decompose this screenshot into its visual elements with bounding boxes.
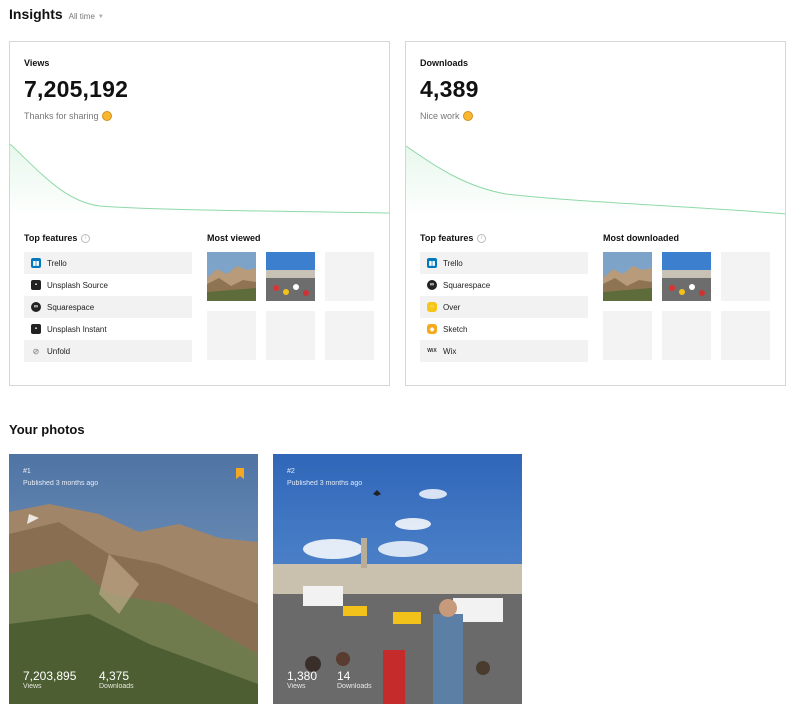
time-range-value: All time: [68, 12, 95, 21]
feature-item-sketch[interactable]: ◆ Sketch: [420, 318, 588, 340]
feature-label: Trello: [47, 258, 67, 268]
views-value: 7,205,192: [24, 76, 129, 102]
photo-views-value: 7,203,895: [23, 669, 77, 683]
photo-downloads-label: Downloads: [99, 683, 134, 690]
empty-thumb: [721, 311, 770, 360]
feature-item-squarespace[interactable]: ∞ Squarespace: [420, 274, 588, 296]
most-viewed-photo-mountain[interactable]: [207, 252, 256, 301]
most-downloaded-title: Most downloaded: [603, 233, 679, 243]
your-photos-title: Your photos: [9, 422, 85, 437]
trello-icon: ▮▮: [31, 258, 41, 268]
most-viewed-title: Most viewed: [207, 233, 261, 243]
unfold-icon: ⊘: [32, 346, 40, 356]
unsplash-icon: ▪: [31, 324, 41, 334]
views-note-text: Thanks for sharing: [24, 111, 99, 121]
downloads-card: Downloads 4,389 Nice work Top features i…: [405, 41, 786, 386]
clapping-hands-icon: [462, 111, 473, 121]
chevron-down-icon: ▼: [97, 13, 104, 20]
most-viewed-photo-city[interactable]: [266, 252, 315, 301]
empty-thumb: [603, 311, 652, 360]
feature-label: Over: [443, 302, 461, 312]
photo-rank: #2: [287, 468, 295, 475]
wix-icon: WiX: [427, 348, 437, 354]
empty-thumb: [325, 252, 374, 301]
photo-downloads-stat: 14 Downloads: [337, 669, 372, 690]
feature-item-over[interactable]: ○ Over: [420, 296, 588, 318]
photo-published: Published 3 months ago: [23, 480, 99, 487]
photo-views-stat: 1,380 Views: [287, 669, 317, 690]
empty-thumb: [721, 252, 770, 301]
page-title: Insights: [9, 6, 63, 22]
photo-image-city: [273, 454, 522, 704]
views-label: Views: [24, 58, 50, 68]
photo-views-label: Views: [23, 683, 42, 690]
feature-label: Squarespace: [443, 280, 491, 290]
downloads-label: Downloads: [420, 58, 469, 68]
feature-label: Trello: [443, 258, 463, 268]
photo-downloads-stat: 4,375 Downloads: [99, 669, 134, 690]
squarespace-icon: ∞: [31, 302, 41, 312]
sketch-icon: ◆: [427, 324, 437, 334]
top-features-list: ▮▮ Trello ▪ Unsplash Source ∞ Squarespac…: [24, 252, 192, 362]
feature-item-wix[interactable]: WiX Wix: [420, 340, 588, 362]
feature-item-squarespace[interactable]: ∞ Squarespace: [24, 296, 192, 318]
feature-label: Unsplash Instant: [47, 324, 107, 334]
photo-views-label: Views: [287, 683, 306, 690]
photo-card[interactable]: #2 Published 3 months ago 1,380 Views 14…: [273, 454, 522, 704]
views-note: Thanks for sharing: [24, 111, 112, 121]
feature-label: Sketch: [443, 324, 468, 334]
feature-label: Wix: [443, 346, 457, 356]
unsplash-icon: ▪: [31, 280, 41, 290]
feature-item-unfold[interactable]: ⊘ Unfold: [24, 340, 192, 362]
insights-header: Insights All time ▼: [9, 6, 104, 22]
feature-label: Squarespace: [47, 302, 95, 312]
top-features-title: Top features i: [24, 233, 91, 243]
raised-hands-icon: [101, 111, 112, 121]
feature-item-unsplash-source[interactable]: ▪ Unsplash Source: [24, 274, 192, 296]
over-icon: ○: [427, 302, 437, 312]
photo-image-mountain: [9, 454, 258, 704]
feature-item-trello[interactable]: ▮▮ Trello: [24, 252, 192, 274]
photo-published: Published 3 months ago: [287, 480, 363, 487]
downloads-value: 4,389: [420, 76, 479, 102]
empty-thumb: [662, 311, 711, 360]
downloads-note-text: Nice work: [420, 111, 460, 121]
info-icon[interactable]: i: [81, 233, 91, 243]
trello-icon: ▮▮: [427, 258, 437, 268]
views-sparkline: [10, 143, 389, 217]
photo-card[interactable]: #1 Published 3 months ago 7,203,895 View…: [9, 454, 258, 704]
photo-views-stat: 7,203,895 Views: [23, 669, 76, 690]
info-icon[interactable]: i: [477, 233, 487, 243]
feature-label: Unsplash Source: [47, 280, 108, 290]
most-viewed-grid: [207, 252, 377, 360]
top-features-label: Top features: [24, 233, 78, 243]
most-downloaded-grid: [603, 252, 773, 360]
empty-thumb: [207, 311, 256, 360]
empty-thumb: [266, 311, 315, 360]
top-features-list: ▮▮ Trello ∞ Squarespace ○ Over ◆ Sketch …: [420, 252, 588, 362]
downloads-sparkline: [406, 145, 785, 217]
squarespace-icon: ∞: [427, 280, 437, 290]
downloads-note: Nice work: [420, 111, 473, 121]
bookmark-icon[interactable]: [236, 468, 244, 479]
feature-item-trello[interactable]: ▮▮ Trello: [420, 252, 588, 274]
top-features-title: Top features i: [420, 233, 487, 243]
most-downloaded-photo-mountain[interactable]: [603, 252, 652, 301]
empty-thumb: [325, 311, 374, 360]
photo-downloads-label: Downloads: [337, 683, 372, 690]
photo-downloads-value: 4,375: [99, 669, 130, 683]
views-card: Views 7,205,192 Thanks for sharing Top f…: [9, 41, 390, 386]
photo-rank: #1: [23, 468, 31, 475]
feature-label: Unfold: [47, 346, 71, 356]
photo-views-value: 1,380: [287, 669, 318, 683]
photo-downloads-value: 14: [337, 669, 351, 683]
most-downloaded-photo-city[interactable]: [662, 252, 711, 301]
time-range-dropdown[interactable]: All time ▼: [69, 12, 104, 21]
feature-item-unsplash-instant[interactable]: ▪ Unsplash Instant: [24, 318, 192, 340]
top-features-label: Top features: [420, 233, 474, 243]
